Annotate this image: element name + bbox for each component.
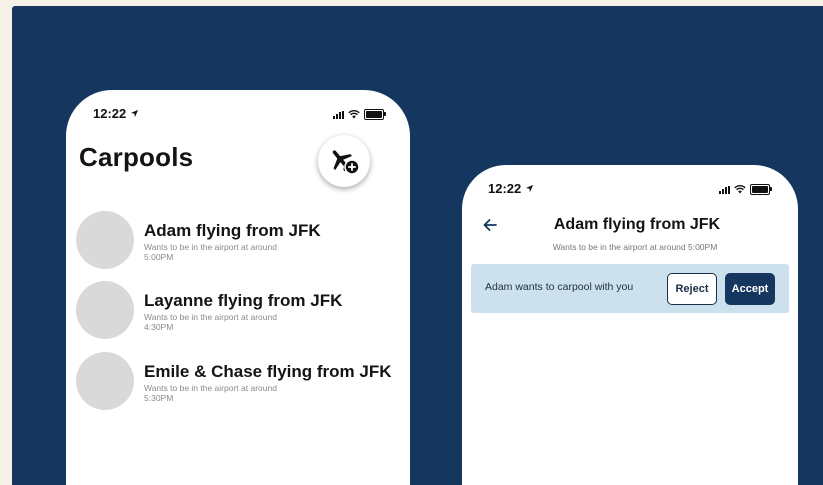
list-item[interactable]: Emile & Chase flying from JFK Wants to b… <box>76 352 406 412</box>
carpool-detail-screen: 12:22 Adam flying from JFK Wants to be i… <box>462 165 798 485</box>
item-title: Emile & Chase flying from JFK <box>144 362 392 381</box>
item-title: Layanne flying from JFK <box>144 291 343 310</box>
cellular-signal-icon <box>719 185 730 194</box>
cellular-signal-icon <box>333 110 344 119</box>
avatar <box>76 281 134 339</box>
status-bar-icons <box>719 184 772 195</box>
item-title: Adam flying from JFK <box>144 221 321 240</box>
status-time-text: 12:22 <box>488 181 522 196</box>
page-subtitle: Wants to be in the airport at around 5:0… <box>552 242 718 252</box>
item-subtitle: Wants to be in the airport at around 5:3… <box>144 383 277 403</box>
location-arrow-icon <box>526 184 534 193</box>
status-time-text: 12:22 <box>93 106 127 121</box>
status-bar-time: 12:22 <box>488 181 534 196</box>
page-title: Adam flying from JFK <box>553 216 721 233</box>
request-message: Adam wants to carpool with you <box>485 281 634 293</box>
page-title: Carpools <box>79 142 194 172</box>
wifi-icon <box>348 110 360 119</box>
status-bar-time: 12:22 <box>93 106 139 121</box>
carpools-screen: 12:22 Carpools Adam flying from JFK Want… <box>66 90 410 485</box>
location-arrow-icon <box>131 109 139 118</box>
list-item[interactable]: Layanne flying from JFK Wants to be in t… <box>76 281 406 341</box>
item-subtitle: Wants to be in the airport at around 4:3… <box>144 312 277 332</box>
battery-icon <box>750 184 772 195</box>
carpool-request-banner: Adam wants to carpool with you Reject Ac… <box>471 264 789 313</box>
accept-button[interactable]: Accept <box>725 273 775 305</box>
reject-button[interactable]: Reject <box>667 273 717 305</box>
item-subtitle: Wants to be in the airport at around 5:0… <box>144 242 277 262</box>
status-bar-icons <box>333 109 386 120</box>
battery-icon <box>364 109 386 120</box>
list-item[interactable]: Adam flying from JFK Wants to be in the … <box>76 211 406 271</box>
avatar <box>76 352 134 410</box>
avatar <box>76 211 134 269</box>
wifi-icon <box>734 185 746 194</box>
add-flight-button[interactable] <box>318 135 370 187</box>
airplane-add-icon <box>332 150 360 175</box>
